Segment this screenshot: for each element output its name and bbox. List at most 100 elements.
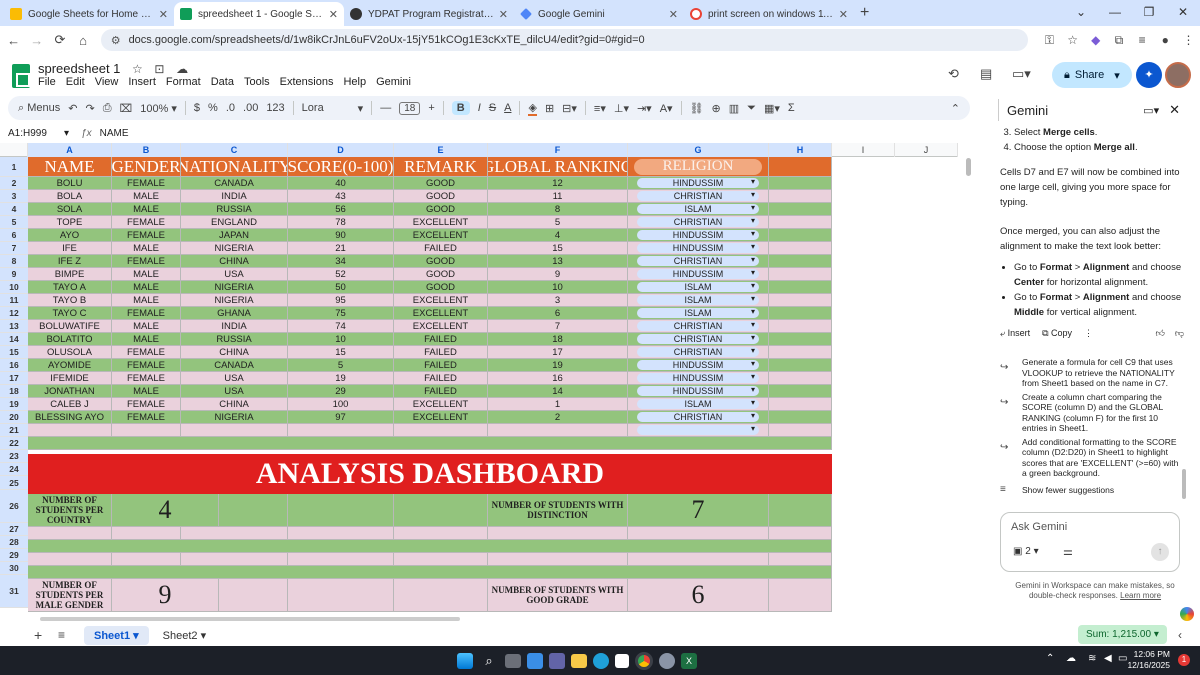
extensions-puzzle-icon[interactable]: ⧉ — [1107, 33, 1130, 48]
sheet-tab-sheet1[interactable]: Sheet1 ▾ — [84, 625, 149, 645]
table-cell[interactable]: FEMALE — [112, 307, 181, 319]
table-cell[interactable]: MALE — [112, 333, 181, 345]
extension-icon[interactable]: ◆ — [1084, 33, 1107, 47]
menu-gemini[interactable]: Gemini — [376, 76, 411, 88]
table-cell[interactable] — [769, 320, 832, 332]
table-cell[interactable]: 43 — [288, 190, 394, 202]
table-cell[interactable]: BOLA — [28, 190, 112, 202]
panel-scrollbar[interactable] — [1182, 469, 1186, 499]
religion-header-dropdown[interactable]: RELIGION — [634, 158, 762, 175]
table-cell[interactable]: CHINA — [181, 398, 288, 410]
religion-dropdown[interactable]: CHRISTIAN — [637, 320, 759, 331]
currency-button[interactable]: $ — [194, 102, 200, 114]
all-sheets-icon[interactable]: ≡ — [58, 628, 65, 642]
table-cell[interactable] — [769, 177, 832, 189]
religion-dropdown[interactable]: CHRISTIAN — [637, 411, 759, 422]
forward-icon[interactable]: → — [25, 33, 48, 48]
cloud-icon[interactable]: ☁ — [1066, 653, 1076, 664]
browser-tab[interactable]: YDPAT Program Registration ✕ — [344, 2, 514, 26]
religion-dropdown[interactable]: ISLAM — [637, 203, 759, 214]
table-cell[interactable]: CHINA — [181, 255, 288, 267]
table-cell[interactable]: NIGERIA — [181, 411, 288, 423]
column-header-f[interactable]: F — [488, 143, 628, 157]
horizontal-scrollbar[interactable] — [40, 617, 460, 621]
add-sheet-icon[interactable]: + — [34, 627, 42, 643]
notification-badge[interactable]: 1 — [1178, 654, 1190, 666]
wifi-icon[interactable]: ≋ — [1088, 653, 1096, 664]
table-cell[interactable]: IFE Z — [28, 255, 112, 267]
row-header[interactable]: 7 — [0, 242, 28, 255]
chevron-down-icon[interactable]: ▾ — [1114, 69, 1120, 82]
table-cell[interactable]: 12 — [488, 177, 628, 189]
table-cell[interactable]: USA — [181, 372, 288, 384]
table-cell[interactable]: 40 — [288, 177, 394, 189]
row-header[interactable]: 24 — [0, 463, 28, 476]
menu-data[interactable]: Data — [211, 76, 234, 88]
row-header[interactable]: 19 — [0, 398, 28, 411]
close-icon[interactable]: ✕ — [1169, 102, 1180, 118]
religion-dropdown[interactable]: ISLAM — [637, 398, 759, 409]
password-key-icon[interactable]: ⚿ — [1038, 33, 1061, 48]
row-header[interactable]: 3 — [0, 190, 28, 203]
table-cell[interactable]: 21 — [288, 242, 394, 254]
row-header[interactable]: 29 — [0, 549, 28, 562]
formula-input[interactable]: NAME — [100, 128, 129, 139]
table-cell[interactable]: 1 — [488, 398, 628, 410]
row-header[interactable]: 14 — [0, 333, 28, 346]
table-cell[interactable]: AYO — [28, 229, 112, 241]
table-cell[interactable]: 29 — [288, 385, 394, 397]
table-cell[interactable]: FEMALE — [112, 398, 181, 410]
collapse-toolbar-icon[interactable]: ⌃ — [951, 102, 960, 115]
move-folder-icon[interactable]: ⊡ — [154, 62, 164, 76]
table-cell[interactable]: FAILED — [394, 372, 488, 384]
row-header[interactable]: 17 — [0, 372, 28, 385]
table-cell[interactable]: EXCELLENT — [394, 229, 488, 241]
row-header[interactable]: 10 — [0, 281, 28, 294]
row-header[interactable]: 6 — [0, 229, 28, 242]
profile-avatar-icon[interactable]: ● — [1154, 33, 1177, 47]
filter-views-icon[interactable]: ▦▾ — [764, 102, 780, 115]
religion-cell[interactable]: HINDUSSIM — [628, 229, 769, 241]
excel-icon[interactable]: X — [681, 652, 697, 669]
fill-color-icon[interactable]: ◈ — [528, 101, 537, 116]
table-cell[interactable]: 4 — [488, 229, 628, 241]
column-title[interactable]: GLOBAL RANKING — [488, 157, 628, 176]
religion-cell[interactable]: CHRISTIAN — [628, 216, 769, 228]
religion-cell[interactable]: ISLAM — [628, 398, 769, 410]
table-cell[interactable]: 10 — [488, 281, 628, 293]
table-cell[interactable] — [769, 307, 832, 319]
table-cell[interactable]: EXCELLENT — [394, 307, 488, 319]
taskbar-clock[interactable]: 12:06 PM 12/16/2025 — [1127, 649, 1170, 671]
document-title[interactable]: spreedsheet 1 — [38, 61, 120, 76]
religion-dropdown[interactable]: CHRISTIAN — [637, 216, 759, 227]
font-select[interactable]: Lora — [302, 102, 350, 114]
learn-more-link[interactable]: Learn more — [1120, 591, 1161, 600]
table-cell[interactable] — [769, 372, 832, 384]
table-cell[interactable] — [769, 346, 832, 358]
table-cell[interactable]: ENGLAND — [181, 216, 288, 228]
text-rotation-icon[interactable]: A▾ — [660, 102, 673, 115]
table-cell[interactable]: CALEB J — [28, 398, 112, 410]
row-header[interactable]: 4 — [0, 203, 28, 216]
table-cell[interactable]: AYOMIDE — [28, 359, 112, 371]
zoom-select[interactable]: 100% ▾ — [140, 102, 177, 115]
table-cell[interactable]: JAPAN — [181, 229, 288, 241]
send-button[interactable]: ↑ — [1151, 543, 1169, 561]
site-info-icon[interactable]: ⚙ — [111, 34, 121, 47]
row-header[interactable]: 11 — [0, 294, 28, 307]
religion-dropdown[interactable]: HINDUSSIM — [637, 242, 759, 253]
column-title[interactable]: NATIONALITY — [181, 157, 288, 176]
religion-dropdown[interactable]: ISLAM — [637, 307, 759, 318]
vertical-align-icon[interactable]: ⊥▾ — [614, 102, 629, 115]
browser-tab-active[interactable]: spreedsheet 1 - Google Sheets ✕ — [174, 2, 344, 26]
column-title[interactable]: RELIGION — [628, 157, 769, 176]
url-field[interactable]: ⚙ docs.google.com/spreadsheets/d/1w8ikCrJ… — [100, 29, 1028, 51]
collapse-sidebar-icon[interactable]: ‹ — [1178, 628, 1182, 642]
suggestion-chip[interactable]: ↪ Add conditional formatting to the SCORE… — [1000, 437, 1184, 479]
home-icon[interactable]: ⌂ — [72, 33, 95, 48]
table-cell[interactable] — [769, 242, 832, 254]
table-cell[interactable]: 18 — [488, 333, 628, 345]
table-cell[interactable]: 16 — [488, 372, 628, 384]
table-cell[interactable]: 7 — [488, 320, 628, 332]
column-header-c[interactable]: C — [181, 143, 288, 157]
